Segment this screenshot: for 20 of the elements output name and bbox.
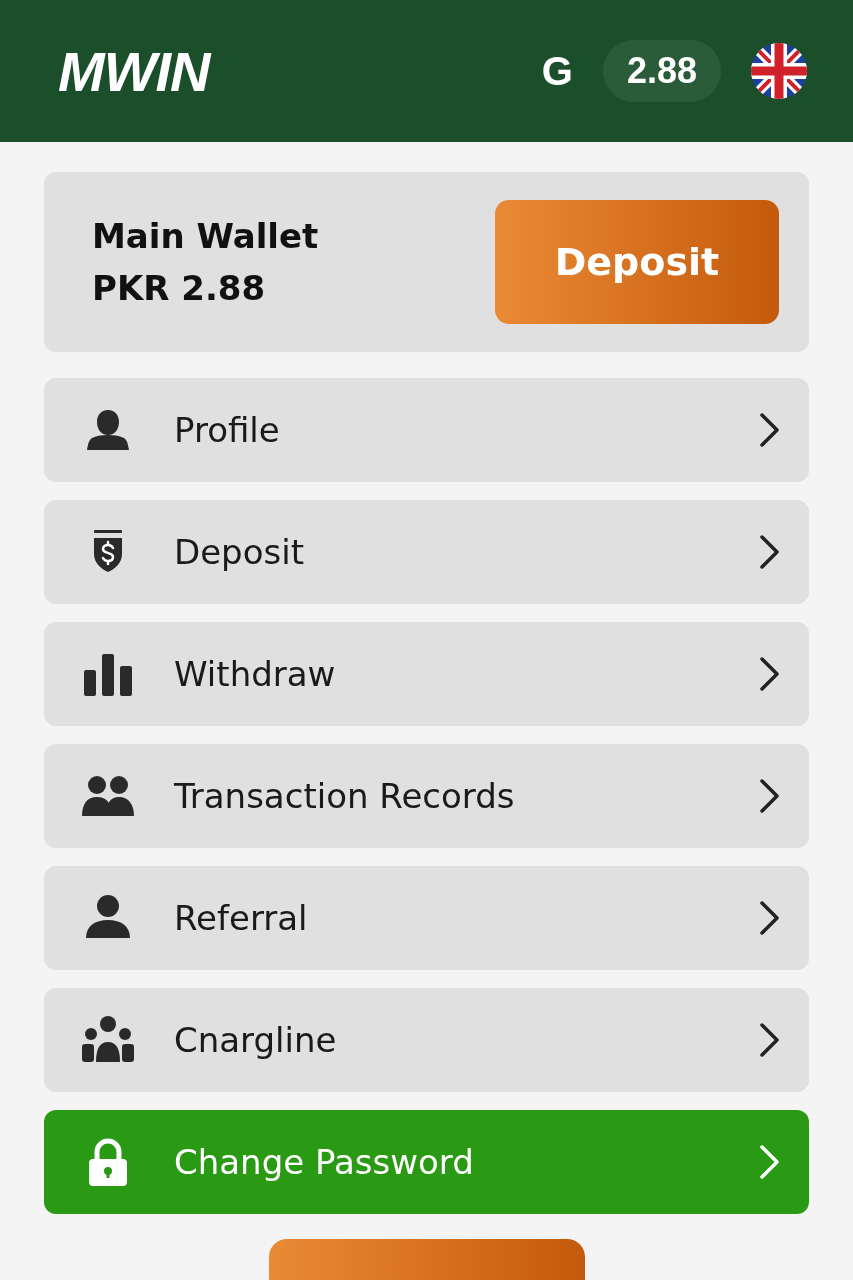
menu-item[interactable]: Deposit xyxy=(44,500,809,604)
chevron-icon xyxy=(759,778,781,814)
chevron-icon xyxy=(759,900,781,936)
flag-icon[interactable] xyxy=(751,43,807,99)
menu-item[interactable]: Transaction Records xyxy=(44,744,809,848)
menu-item[interactable]: Withdraw xyxy=(44,622,809,726)
chevron-icon xyxy=(759,1022,781,1058)
wallet-amount: PKR 2.88 xyxy=(92,268,267,308)
wallet-title: Main Wallet xyxy=(92,216,320,256)
chevron-icon xyxy=(759,534,781,570)
menu-item[interactable]: Referral xyxy=(44,866,809,970)
balance-badge: 2.88 xyxy=(602,40,721,102)
currency-symbol: G xyxy=(541,48,573,94)
menu-item[interactable]: Cnargline xyxy=(44,988,809,1092)
chevron-icon xyxy=(759,412,781,448)
menu-item[interactable]: Change Password xyxy=(44,1110,809,1214)
menu-item[interactable]: Profile xyxy=(44,378,809,482)
chevron-icon xyxy=(759,1144,781,1180)
chevron-icon xyxy=(759,656,781,692)
logo: MWIN xyxy=(58,38,210,104)
